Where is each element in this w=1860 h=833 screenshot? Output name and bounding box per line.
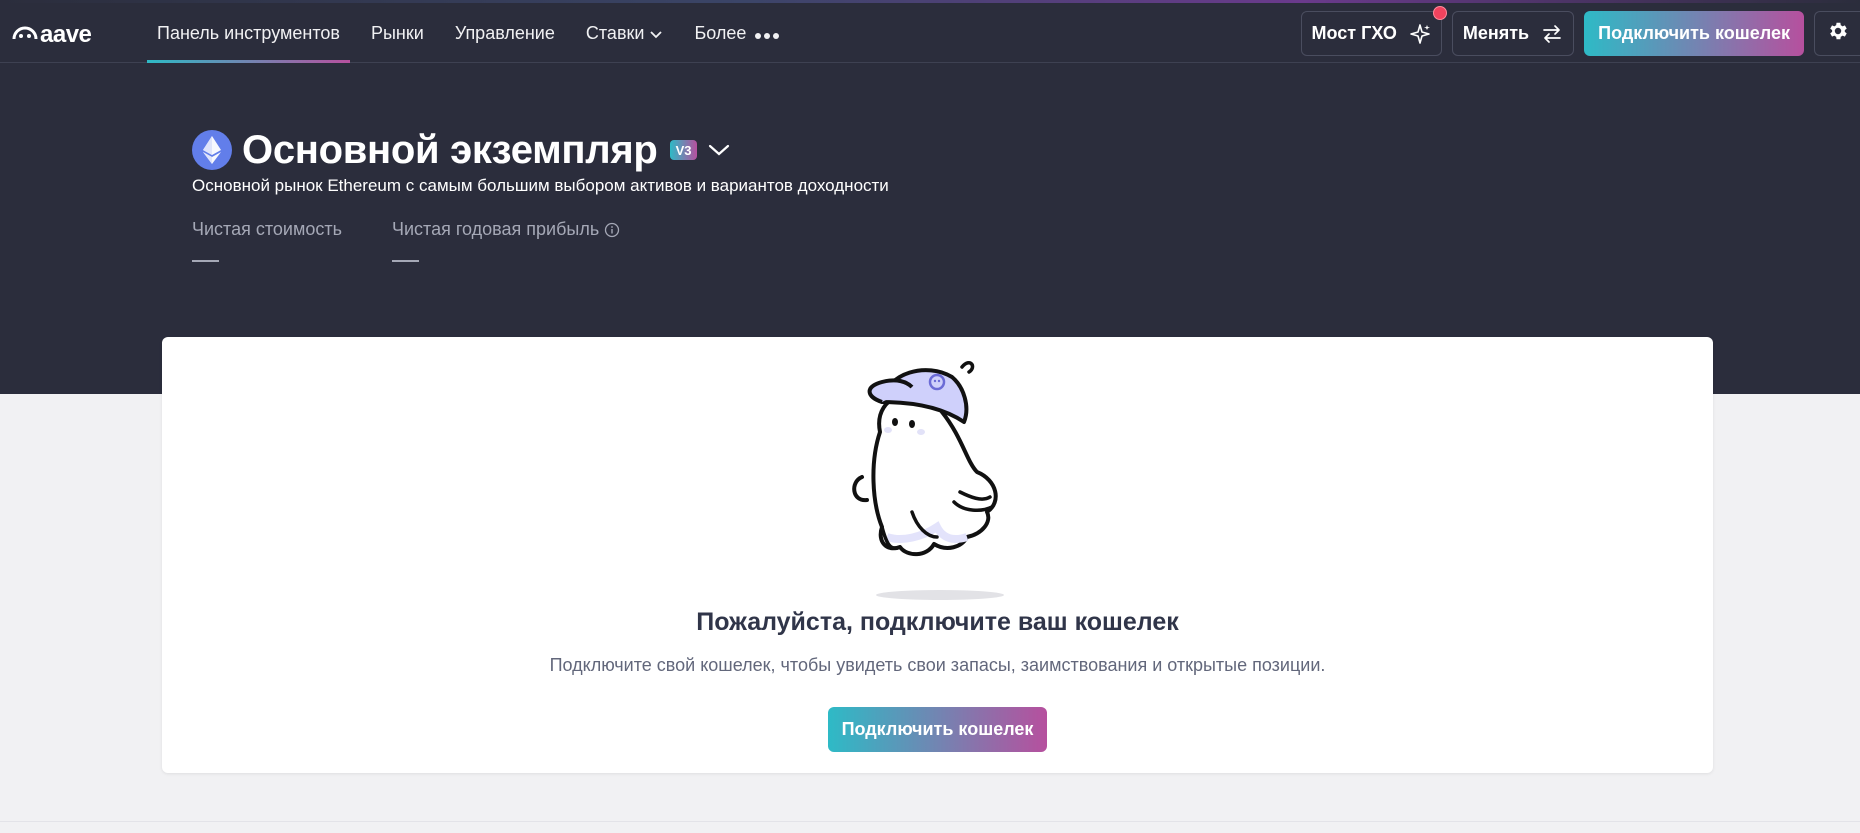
- gear-icon: [1827, 20, 1849, 47]
- chevron-down-icon[interactable]: [707, 142, 731, 158]
- market-selector[interactable]: Основной экземпляр V3: [192, 128, 731, 172]
- net-apy-label-wrap: Чистая годовая прибыль: [392, 219, 620, 240]
- top-navbar: aave Панель инструментов Рынки Управлени…: [0, 3, 1860, 63]
- aave-logo-icon: [12, 26, 38, 45]
- nav-item-label: Управление: [454, 22, 555, 43]
- gho-bridge-label: Мост ГХО: [1311, 23, 1397, 43]
- nav-item-label: Рынки: [370, 22, 424, 43]
- net-apy-stat: Чистая годовая прибыль: [392, 219, 620, 262]
- header-actions: Мост ГХО Менять Подключить кошелек: [1300, 6, 1860, 56]
- swap-arrows-icon: [1541, 24, 1563, 44]
- nav-item-label: Панель инструментов: [157, 22, 340, 43]
- nav-item-more[interactable]: Более: [684, 3, 790, 63]
- nav-item-governance[interactable]: Управление: [445, 3, 565, 63]
- net-worth-value: [192, 260, 219, 262]
- aave-logo-text: aave: [40, 21, 92, 48]
- net-apy-label: Чистая годовая прибыль: [392, 219, 600, 239]
- connect-card-subtitle: Подключите свой кошелек, чтобы увидеть с…: [549, 655, 1326, 675]
- ghost-illustration: [842, 352, 1032, 607]
- footer-divider: [0, 821, 1860, 822]
- notification-dot: [1432, 6, 1447, 20]
- connect-wallet-label: Подключить кошелек: [1598, 23, 1790, 43]
- net-worth-stat: Чистая стоимость: [192, 219, 342, 262]
- swap-button[interactable]: Менять: [1451, 11, 1575, 56]
- card-connect-wallet-button[interactable]: Подключить кошелек: [828, 707, 1047, 752]
- main-nav: Панель инструментов Рынки Управление Ста…: [147, 3, 801, 63]
- net-apy-value: [392, 260, 419, 262]
- connect-wallet-button[interactable]: Подключить кошелек: [1584, 11, 1804, 56]
- nav-item-stake[interactable]: Ставки: [576, 3, 674, 63]
- sparkle-icon: [1409, 23, 1431, 45]
- settings-button[interactable]: [1814, 11, 1860, 56]
- gho-bridge-button[interactable]: Мост ГХО: [1300, 6, 1447, 56]
- connect-card-title: Пожалуйста, подключите ваш кошелек: [696, 608, 1179, 636]
- nav-item-dashboard[interactable]: Панель инструментов: [147, 3, 350, 63]
- nav-item-label: Более: [694, 22, 747, 43]
- card-connect-wallet-label: Подключить кошелек: [841, 719, 1034, 739]
- swap-label: Менять: [1462, 23, 1530, 43]
- info-icon[interactable]: [604, 222, 620, 238]
- more-dots-icon: [754, 20, 780, 46]
- net-worth-label: Чистая стоимость: [192, 219, 342, 239]
- ethereum-icon: [192, 130, 232, 170]
- nav-item-label: Ставки: [585, 22, 645, 43]
- nav-item-markets[interactable]: Рынки: [361, 3, 434, 63]
- market-description: Основной рынок Ethereum с самым большим …: [192, 176, 889, 195]
- market-title: Основной экземпляр: [242, 128, 658, 172]
- chevron-down-icon: [649, 23, 663, 44]
- aave-logo[interactable]: aave: [12, 21, 92, 48]
- version-badge: V3: [669, 140, 698, 160]
- connect-wallet-card: Пожалуйста, подключите ваш кошелек Подкл…: [162, 337, 1713, 773]
